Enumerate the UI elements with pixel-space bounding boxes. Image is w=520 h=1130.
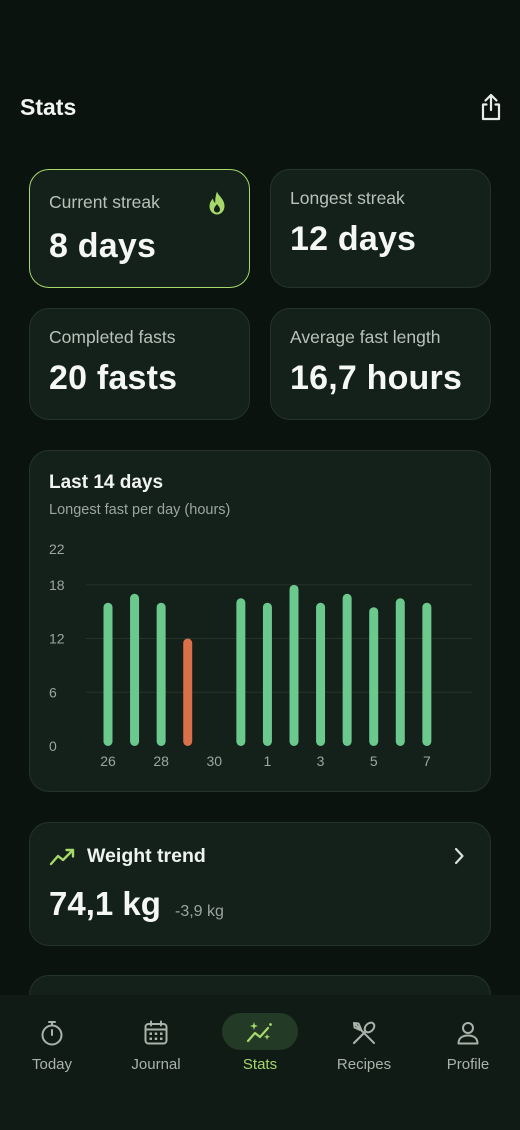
longest-streak-label: Longest streak: [290, 188, 405, 208]
y-tick-label: 22: [49, 541, 65, 557]
stopwatch-icon: [38, 1019, 66, 1047]
nav-item-today[interactable]: Today: [0, 995, 104, 1095]
chart-bar-2[interactable]: [289, 584, 299, 746]
average-fast-length-value: 16,7 hours: [290, 359, 463, 397]
current-streak-value: 8 days: [49, 227, 157, 265]
x-tick-label: 30: [206, 753, 222, 769]
flame-icon: [209, 191, 225, 215]
nav-label-today: Today: [31, 1056, 73, 1073]
average-fast-length-label: Average fast length: [290, 327, 441, 347]
person-icon: [454, 1019, 482, 1047]
x-tick-label: 28: [153, 753, 169, 769]
fasting-bar-chart: 0 6 12 18 22 26 28 30 1 3 5 7: [49, 541, 472, 769]
nav-label-recipes: Recipes: [336, 1056, 392, 1073]
chart-bar-31[interactable]: [236, 598, 246, 746]
nav-item-journal[interactable]: Journal: [104, 995, 208, 1095]
chart-bar-1[interactable]: [262, 602, 272, 746]
chart-bar-29[interactable]: [183, 638, 193, 746]
nav-item-recipes[interactable]: Recipes: [312, 995, 416, 1095]
x-tick-label: 5: [370, 753, 378, 769]
chart-bar-4[interactable]: [342, 593, 352, 746]
weight-trend-card[interactable]: Weight trend 74,1 kg -3,9 kg: [29, 822, 491, 946]
longest-streak-card[interactable]: Longest streak 12 days: [270, 169, 491, 288]
calendar-icon: [142, 1019, 170, 1047]
nav-label-stats: Stats: [242, 1056, 278, 1073]
chart-bar-6[interactable]: [395, 598, 405, 746]
y-tick-label: 18: [49, 577, 65, 593]
completed-fasts-value: 20 fasts: [49, 359, 178, 397]
chart-card: Last 14 days Longest fast per day (hours…: [29, 450, 491, 792]
weight-value: 74,1 kg: [49, 885, 161, 922]
share-button[interactable]: [476, 90, 506, 124]
y-tick-label: 12: [49, 631, 65, 647]
completed-fasts-card[interactable]: Completed fasts 20 fasts: [29, 308, 250, 420]
x-tick-label: 3: [317, 753, 325, 769]
nav-label-profile: Profile: [446, 1056, 490, 1073]
chart-bar-28[interactable]: [156, 602, 166, 746]
chevron-right-icon: [454, 847, 464, 865]
chart-bar-5[interactable]: [369, 607, 379, 746]
stats-sparkle-icon: [246, 1019, 274, 1047]
share-icon: [481, 93, 501, 121]
trend-up-icon: [49, 848, 75, 866]
weight-trend-title: Weight trend: [87, 845, 206, 867]
longest-streak-value: 12 days: [290, 220, 417, 258]
nav-label-journal: Journal: [131, 1056, 181, 1073]
current-streak-label: Current streak: [49, 192, 160, 212]
header: Stats: [0, 0, 520, 150]
x-tick-label: 1: [264, 753, 272, 769]
weight-delta: -3,9 kg: [175, 903, 224, 920]
chart-bar-3[interactable]: [316, 602, 326, 746]
nav-item-stats[interactable]: Stats: [208, 995, 312, 1095]
y-tick-label: 0: [49, 738, 57, 754]
chart-bar-27[interactable]: [130, 593, 140, 746]
nav-item-profile[interactable]: Profile: [416, 995, 520, 1095]
bottom-nav: Today Journal Stats Recipes Profile: [0, 995, 520, 1130]
chart-bar-7[interactable]: [422, 602, 432, 746]
completed-fasts-label: Completed fasts: [49, 327, 176, 347]
chart-bar-26[interactable]: [103, 602, 113, 746]
utensils-icon: [350, 1019, 378, 1047]
y-tick-label: 6: [49, 684, 57, 700]
page-title: Stats: [20, 94, 77, 120]
x-tick-label: 26: [100, 753, 116, 769]
current-streak-card[interactable]: Current streak 8 days: [29, 169, 250, 288]
x-tick-label: 7: [423, 753, 431, 769]
average-fast-length-card[interactable]: Average fast length 16,7 hours: [270, 308, 491, 420]
